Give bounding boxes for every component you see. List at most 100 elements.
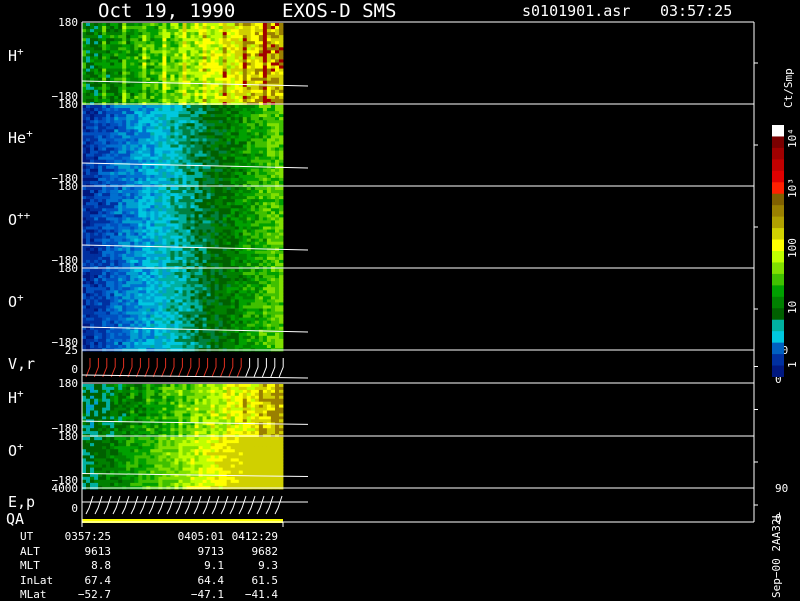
spec-cell	[138, 117, 142, 120]
spec-cell	[94, 342, 98, 345]
spec-cell	[90, 138, 94, 141]
spec-cell	[86, 296, 90, 299]
spec-cell	[82, 175, 86, 178]
spec-cell	[227, 148, 231, 151]
spec-cell	[175, 138, 179, 141]
spec-cell	[142, 93, 146, 96]
spec-cell	[247, 199, 251, 202]
spec-cell	[130, 287, 134, 290]
spec-cell	[138, 99, 142, 102]
spec-cell	[175, 169, 179, 172]
spec-cell	[86, 175, 90, 178]
spec-cell	[271, 193, 275, 196]
spec-cell	[251, 172, 255, 175]
spec-cell	[231, 99, 235, 102]
spec-cell	[259, 87, 263, 90]
spec-cell	[207, 135, 211, 138]
spec-cell	[142, 47, 146, 50]
spec-cell	[207, 72, 211, 75]
spec-cell	[106, 129, 110, 132]
spec-cell	[94, 233, 98, 236]
spec-cell	[158, 269, 162, 272]
spec-cell	[170, 172, 174, 175]
spec-cell	[114, 151, 118, 154]
spec-cell	[191, 111, 195, 114]
spec-cell	[223, 145, 227, 148]
spec-cell	[106, 336, 110, 339]
spec-cell	[251, 63, 255, 66]
spec-cell	[154, 141, 158, 144]
spec-cell	[219, 172, 223, 175]
spec-cell	[94, 333, 98, 336]
spec-cell	[158, 302, 162, 305]
spec-cell	[158, 251, 162, 254]
spec-cell	[207, 47, 211, 50]
spec-cell	[195, 242, 199, 245]
spec-cell	[138, 187, 142, 190]
spec-cell	[90, 196, 94, 199]
spec-cell	[279, 75, 283, 78]
spec-cell	[275, 47, 279, 50]
spec-cell	[158, 318, 162, 321]
spec-cell	[110, 169, 114, 172]
spec-cell	[255, 111, 259, 114]
spec-cell	[191, 309, 195, 312]
spec-cell	[150, 160, 154, 163]
spec-cell	[263, 205, 267, 208]
spec-cell	[122, 318, 126, 321]
spec-cell	[102, 50, 106, 53]
spec-cell	[175, 63, 179, 66]
spec-cell	[86, 145, 90, 148]
spec-cell	[199, 53, 203, 56]
spec-cell	[227, 233, 231, 236]
spec-cell	[263, 75, 267, 78]
spec-cell	[134, 50, 138, 53]
spec-cell	[166, 242, 170, 245]
spec-cell	[122, 211, 126, 214]
spec-cell	[187, 160, 191, 163]
spec-cell	[219, 208, 223, 211]
spec-cell	[243, 120, 247, 123]
spec-cell	[183, 35, 187, 38]
spec-cell	[191, 63, 195, 66]
spec-cell	[279, 123, 283, 126]
spec-cell	[106, 211, 110, 214]
spec-cell	[215, 196, 219, 199]
spec-cell	[275, 141, 279, 144]
spec-cell	[275, 163, 279, 166]
spec-cell	[110, 145, 114, 148]
spec-cell	[271, 75, 275, 78]
spec-cell	[170, 160, 174, 163]
spec-cell	[106, 72, 110, 75]
spec-cell	[187, 254, 191, 257]
spec-cell	[166, 90, 170, 93]
spec-cell	[86, 132, 90, 135]
spec-cell	[275, 38, 279, 41]
spec-cell	[223, 163, 227, 166]
spec-cell	[239, 50, 243, 53]
spec-cell	[110, 223, 114, 226]
spec-cell	[90, 187, 94, 190]
spec-cell	[170, 111, 174, 114]
spec-cell	[255, 66, 259, 69]
spec-cell	[122, 230, 126, 233]
spec-cell	[199, 236, 203, 239]
spec-cell	[187, 309, 191, 312]
spec-cell	[223, 47, 227, 50]
spec-cell	[275, 230, 279, 233]
spec-cell	[106, 278, 110, 281]
spec-cell	[122, 193, 126, 196]
spec-cell	[82, 318, 86, 321]
spec-cell	[162, 287, 166, 290]
spec-cell	[207, 90, 211, 93]
spec-cell	[166, 239, 170, 242]
spec-cell	[175, 248, 179, 251]
spec-cell	[207, 105, 211, 108]
spec-cell	[215, 251, 219, 254]
spec-cell	[247, 220, 251, 223]
spec-cell	[251, 263, 255, 266]
spec-cell	[195, 172, 199, 175]
spec-cell	[207, 29, 211, 32]
spec-cell	[207, 154, 211, 157]
spec-cell	[166, 99, 170, 102]
